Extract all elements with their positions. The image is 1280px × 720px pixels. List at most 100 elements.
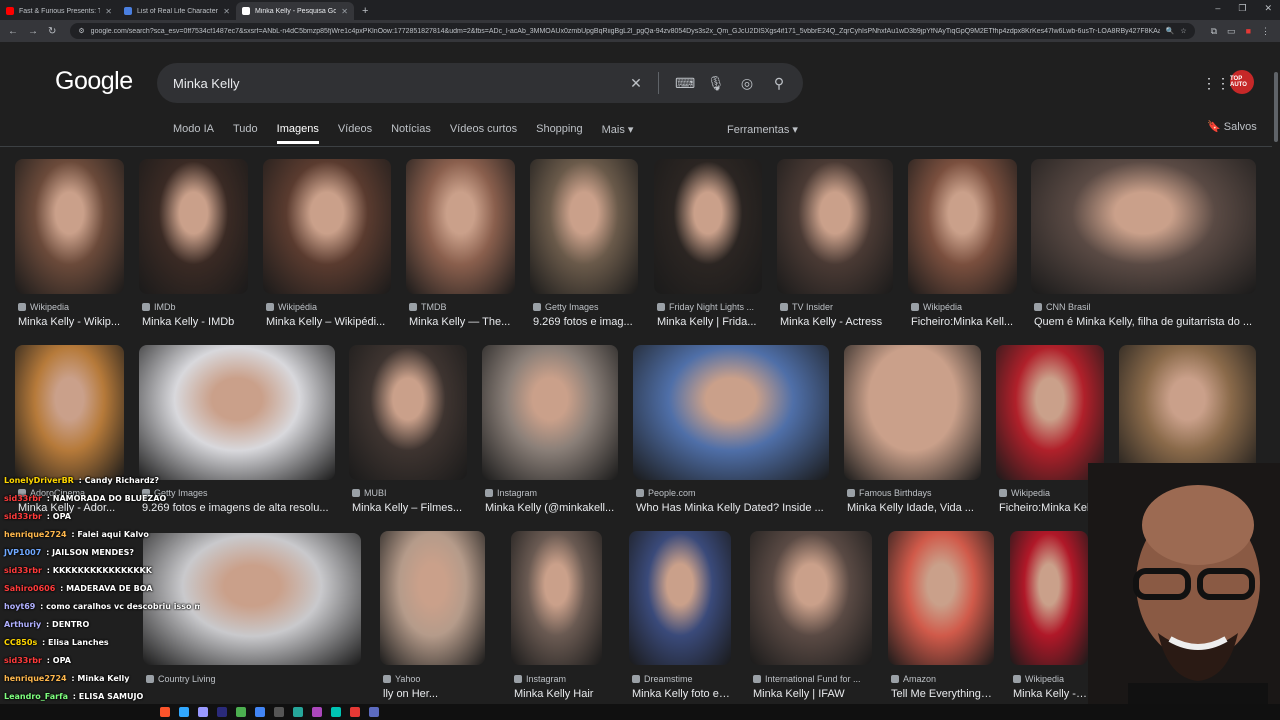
result-thumbnail[interactable] xyxy=(139,345,335,480)
audition-icon[interactable] xyxy=(331,707,341,717)
browser-tab-2[interactable]: List of Real Life Characters in D ✕ xyxy=(118,2,236,20)
result-title[interactable]: Minka Kelly - W xyxy=(1013,688,1087,700)
camera-lens-icon[interactable]: ◎ xyxy=(739,75,755,92)
result-source[interactable]: Amazon xyxy=(891,674,993,684)
media-encoder-icon[interactable] xyxy=(217,707,227,717)
result-source[interactable]: Getty Images xyxy=(533,302,637,312)
result-thumbnail[interactable] xyxy=(1031,159,1256,294)
tab-imagens[interactable]: Imagens xyxy=(276,123,319,144)
result-source[interactable]: Wikipedia xyxy=(1013,674,1087,684)
result-title[interactable]: Minka Kelly foto ed... xyxy=(632,688,730,700)
tab-mais[interactable]: Mais ▾ xyxy=(602,123,634,144)
result-source[interactable]: MUBI xyxy=(352,488,466,498)
tab-videos[interactable]: Vídeos xyxy=(338,123,372,144)
photoshop-icon[interactable] xyxy=(179,707,189,717)
avatar[interactable]: TOP AUTO xyxy=(1230,70,1254,94)
result-thumbnail[interactable] xyxy=(139,159,248,294)
site-info-icon[interactable]: ⚙ xyxy=(78,27,84,35)
result-thumbnail[interactable] xyxy=(750,531,872,665)
result-thumbnail[interactable] xyxy=(888,531,994,665)
sidebar-icon[interactable]: ▭ xyxy=(1227,26,1236,37)
close-tab-icon[interactable]: ✕ xyxy=(223,7,230,16)
bookmark-star-icon[interactable]: ☆ xyxy=(1180,27,1186,35)
tab-modo-ia[interactable]: Modo IA xyxy=(173,123,214,144)
extensions-icon[interactable]: ⧉ xyxy=(1211,26,1217,37)
result-thumbnail[interactable] xyxy=(15,159,124,294)
premiere-icon[interactable] xyxy=(198,707,208,717)
result-title[interactable]: Tell Me Everything:... xyxy=(891,688,993,700)
result-source[interactable]: People.com xyxy=(636,488,828,498)
app-icon[interactable] xyxy=(312,707,322,717)
extension-red-icon[interactable]: ■ xyxy=(1246,26,1251,37)
zoom-icon[interactable]: 🔍 xyxy=(1166,27,1175,35)
result-thumbnail[interactable] xyxy=(406,159,515,294)
maximize-icon[interactable]: ❐ xyxy=(1238,3,1246,14)
close-window-icon[interactable]: ✕ xyxy=(1264,3,1272,14)
result-thumbnail[interactable] xyxy=(996,345,1104,480)
result-thumbnail[interactable] xyxy=(380,531,485,665)
result-title[interactable]: Minka Kelly — The... xyxy=(409,316,514,328)
scrollbar-thumb[interactable] xyxy=(1274,72,1278,142)
result-source[interactable]: Friday Night Lights ... xyxy=(657,302,761,312)
saved-button[interactable]: 🔖 Salvos xyxy=(1207,120,1257,133)
tab-videos-curtos[interactable]: Vídeos curtos xyxy=(450,123,517,144)
result-source[interactable]: Wikipédia xyxy=(266,302,390,312)
result-source[interactable]: CNN Brasil xyxy=(1034,302,1255,312)
close-tab-icon[interactable]: ✕ xyxy=(105,7,112,16)
result-title[interactable]: Ficheiro:Minka Kell... xyxy=(911,316,1016,328)
result-title[interactable]: Quem é Minka Kelly, filha de guitarrista… xyxy=(1034,316,1255,328)
back-icon[interactable]: ← xyxy=(8,26,18,37)
result-source[interactable]: Instagram xyxy=(485,488,617,498)
result-title[interactable]: Minka Kelly – Filmes... xyxy=(352,502,466,514)
result-thumbnail[interactable] xyxy=(908,159,1017,294)
search-icon[interactable]: ⚲ xyxy=(771,75,787,92)
result-thumbnail[interactable] xyxy=(349,345,467,480)
app-icon[interactable] xyxy=(350,707,360,717)
result-thumbnail[interactable] xyxy=(511,531,602,665)
result-source[interactable]: IMDb xyxy=(142,302,247,312)
file-icon[interactable] xyxy=(236,707,246,717)
chrome-icon[interactable] xyxy=(255,707,265,717)
result-thumbnail[interactable] xyxy=(654,159,762,294)
result-source[interactable]: Dreamstime xyxy=(632,674,730,684)
result-thumbnail[interactable] xyxy=(629,531,731,665)
result-thumbnail[interactable] xyxy=(1010,531,1088,665)
search-box[interactable]: Minka Kelly ✕ ⌨ 🎙 ◎ ⚲ xyxy=(157,63,803,103)
tab-noticias[interactable]: Notícias xyxy=(391,123,431,144)
close-tab-icon[interactable]: ✕ xyxy=(341,7,348,16)
search-input[interactable]: Minka Kelly xyxy=(173,76,612,91)
result-title[interactable]: lly on Her... xyxy=(383,688,484,700)
tools-button[interactable]: Ferramentas ▾ xyxy=(727,123,798,136)
result-source[interactable]: Wikipedia xyxy=(18,302,123,312)
result-title[interactable]: Minka Kelly | IFAW xyxy=(753,688,871,700)
result-title[interactable]: Minka Kelly – Wikipédi... xyxy=(266,316,390,328)
result-title[interactable]: 9.269 fotos e imag... xyxy=(533,316,637,328)
new-tab-button[interactable]: + xyxy=(354,2,376,20)
result-thumbnail[interactable] xyxy=(1119,345,1256,480)
result-title[interactable]: Minka Kelly - IMDb xyxy=(142,316,247,328)
result-source[interactable]: International Fund for ... xyxy=(753,674,871,684)
result-thumbnail[interactable] xyxy=(633,345,829,480)
result-title[interactable]: Minka Kelly (@minkakell... xyxy=(485,502,617,514)
result-source[interactable]: Yahoo xyxy=(383,674,484,684)
result-thumbnail[interactable] xyxy=(15,345,124,480)
result-source[interactable]: Famous Birthdays xyxy=(847,488,980,498)
result-source[interactable]: TMDB xyxy=(409,302,514,312)
result-title[interactable]: Who Has Minka Kelly Dated? Inside ... xyxy=(636,502,828,514)
url-field[interactable]: ⚙ google.com/search?sca_esv=0ff7534cf148… xyxy=(70,23,1195,39)
result-thumbnail[interactable] xyxy=(844,345,981,480)
clear-icon[interactable]: ✕ xyxy=(628,75,644,92)
result-thumbnail[interactable] xyxy=(482,345,618,480)
result-title[interactable]: Minka Kelly | Frida... xyxy=(657,316,761,328)
browser-tab-3[interactable]: Minka Kelly - Pesquisa Google ✕ xyxy=(236,2,354,20)
minimize-icon[interactable]: – xyxy=(1215,3,1220,14)
result-source[interactable]: TV Insider xyxy=(780,302,892,312)
result-title[interactable]: Minka Kelly Hair xyxy=(514,688,601,700)
browser-tab-1[interactable]: Fast & Furious Presents: Turbo ✕ xyxy=(0,2,118,20)
google-logo[interactable]: Google xyxy=(55,67,133,96)
result-thumbnail[interactable] xyxy=(530,159,638,294)
tab-shopping[interactable]: Shopping xyxy=(536,123,583,144)
result-title[interactable]: Minka Kelly - Actress xyxy=(780,316,892,328)
reload-icon[interactable]: ↻ xyxy=(48,26,56,37)
app-icon[interactable] xyxy=(369,707,379,717)
